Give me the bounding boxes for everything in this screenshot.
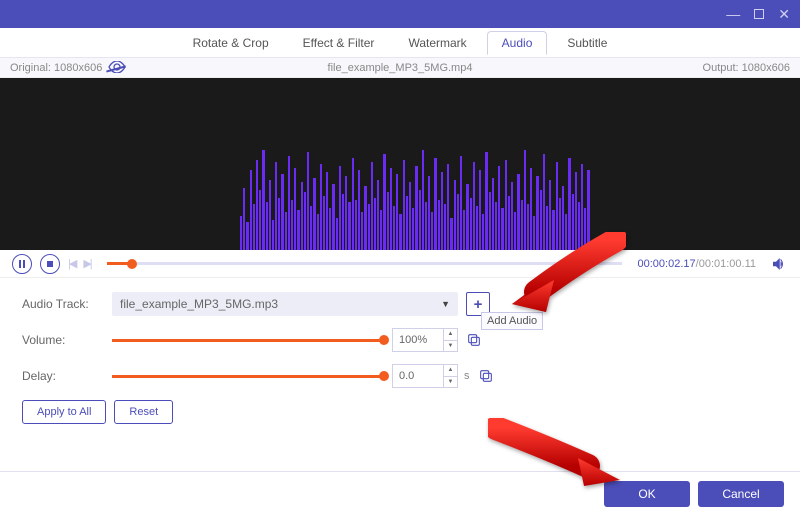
original-label: Original: 1080x606 — [10, 62, 102, 74]
titlebar: — ✕ — [0, 0, 800, 28]
add-audio-tooltip: Add Audio — [481, 312, 543, 330]
footer: OK Cancel — [0, 471, 800, 515]
time-display: 00:00:02.17/00:01:00.11 — [638, 258, 756, 270]
stop-button[interactable] — [40, 254, 60, 274]
delay-slider[interactable] — [112, 375, 384, 378]
audio-track-value: file_example_MP3_5MG.mp3 — [120, 297, 278, 311]
preview-visibility-icon[interactable] — [108, 60, 126, 76]
volume-up-icon[interactable]: ▲ — [444, 329, 457, 341]
chevron-down-icon: ▼ — [441, 299, 450, 309]
audio-track-label: Audio Track: — [22, 297, 112, 311]
cancel-button[interactable]: Cancel — [698, 481, 784, 507]
volume-label: Volume: — [22, 333, 112, 347]
volume-slider[interactable] — [112, 339, 384, 342]
close-button[interactable]: ✕ — [778, 6, 790, 23]
prev-frame-button[interactable]: |◀ — [68, 257, 75, 270]
apply-to-all-button[interactable]: Apply to All — [22, 400, 106, 424]
output-label: Output: 1080x606 — [703, 62, 790, 74]
reset-button[interactable]: Reset — [114, 400, 173, 424]
delay-spinner[interactable]: 0.0 ▲▼ — [392, 364, 458, 388]
audio-form: Audio Track: file_example_MP3_5MG.mp3 ▼ … — [0, 278, 800, 430]
tab-rotate-crop[interactable]: Rotate & Crop — [179, 31, 283, 55]
audio-waveform — [240, 150, 590, 250]
delay-unit: s — [464, 370, 470, 382]
ok-button[interactable]: OK — [604, 481, 690, 507]
volume-icon[interactable] — [770, 255, 788, 273]
volume-spinner[interactable]: 100% ▲▼ — [392, 328, 458, 352]
progress-bar[interactable] — [107, 262, 622, 265]
volume-apply-icon[interactable] — [464, 330, 484, 350]
tab-watermark[interactable]: Watermark — [394, 31, 480, 55]
audio-track-select[interactable]: file_example_MP3_5MG.mp3 ▼ — [112, 292, 458, 316]
filename-label: file_example_MP3_5MG.mp4 — [328, 62, 473, 74]
tab-audio[interactable]: Audio — [487, 31, 548, 55]
volume-down-icon[interactable]: ▼ — [444, 341, 457, 352]
delay-down-icon[interactable]: ▼ — [444, 377, 457, 388]
video-preview — [0, 78, 800, 250]
pause-button[interactable] — [12, 254, 32, 274]
maximize-button[interactable] — [754, 6, 764, 22]
minimize-button[interactable]: — — [726, 6, 740, 22]
next-frame-button[interactable]: ▶| — [83, 257, 90, 270]
delay-apply-icon[interactable] — [476, 366, 496, 386]
tab-effect-filter[interactable]: Effect & Filter — [289, 31, 389, 55]
playback-controls: |◀ ▶| 00:00:02.17/00:01:00.11 — [0, 250, 800, 278]
delay-label: Delay: — [22, 369, 112, 383]
tabs: Rotate & Crop Effect & Filter Watermark … — [0, 28, 800, 58]
tab-subtitle[interactable]: Subtitle — [553, 31, 621, 55]
delay-up-icon[interactable]: ▲ — [444, 365, 457, 377]
info-bar: Original: 1080x606 file_example_MP3_5MG.… — [0, 58, 800, 78]
